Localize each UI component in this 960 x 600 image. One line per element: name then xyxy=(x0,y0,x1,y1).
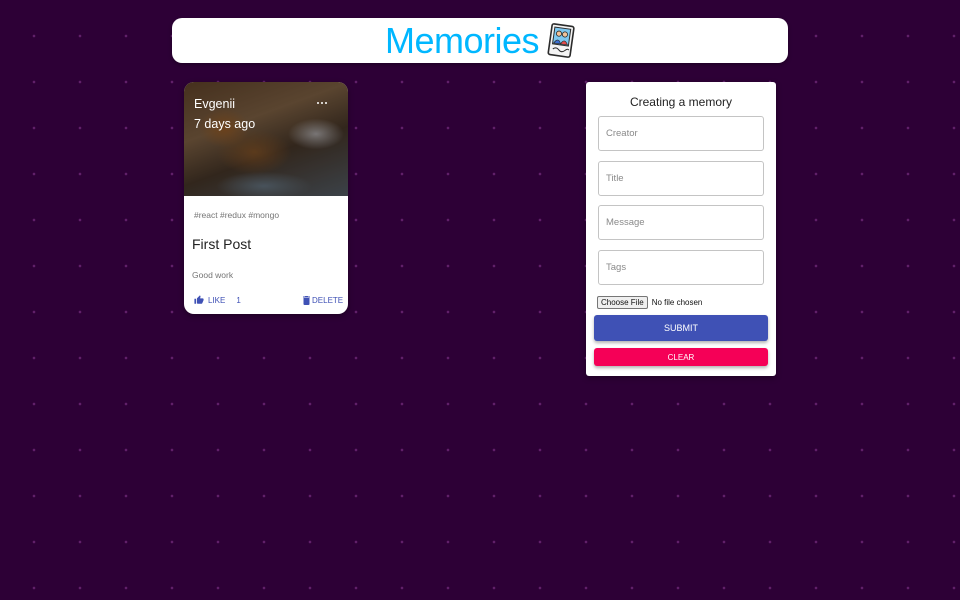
submit-button[interactable]: SUBMIT xyxy=(594,315,768,341)
thumb-up-icon xyxy=(194,295,204,304)
choose-file-button[interactable]: Choose File xyxy=(597,296,648,309)
tags-input[interactable] xyxy=(598,250,764,285)
dot-icon xyxy=(320,101,324,105)
like-count: 1 xyxy=(236,295,241,305)
creator-input[interactable] xyxy=(598,116,764,151)
like-label: LIKE xyxy=(208,295,226,305)
dot-icon xyxy=(324,101,328,105)
title-input[interactable] xyxy=(598,161,764,196)
delete-button[interactable]: DELETE xyxy=(303,293,343,307)
file-status: No file chosen xyxy=(651,298,703,307)
form-title: Creating a memory xyxy=(629,95,733,109)
delete-label: DELETE xyxy=(312,295,344,305)
like-button[interactable]: LIKE 1 xyxy=(194,293,241,307)
post-tags: #react #redux #mongo xyxy=(194,210,280,220)
app-title: Memories xyxy=(384,20,540,61)
file-input: Choose File No file chosen xyxy=(597,296,702,309)
post-card: Evgenii 7 days ago #react #redux #mongo … xyxy=(184,82,348,314)
memory-form: Creating a memory Choose File No file ch… xyxy=(586,82,776,376)
message-input[interactable] xyxy=(598,205,764,240)
memories-photo-icon xyxy=(547,22,575,58)
trash-icon xyxy=(303,295,310,305)
post-creator: Evgenii xyxy=(194,97,235,111)
more-options-button[interactable] xyxy=(314,96,330,110)
clear-button[interactable]: CLEAR xyxy=(594,348,768,366)
post-title: First Post xyxy=(192,236,252,252)
app-bar: Memories xyxy=(172,18,788,63)
dot-icon xyxy=(316,101,320,105)
post-time: 7 days ago xyxy=(194,117,256,131)
post-message: Good work xyxy=(192,270,234,280)
